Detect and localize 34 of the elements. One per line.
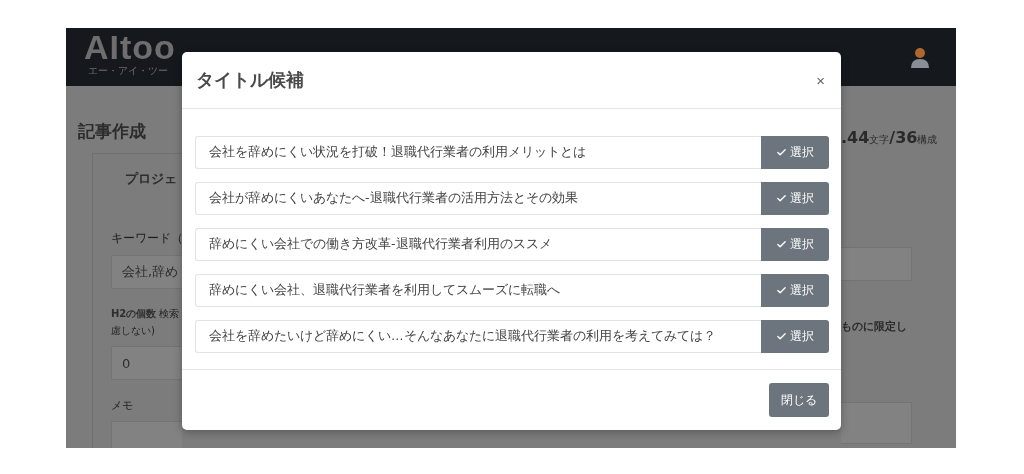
memo-label: メモ [111,398,134,413]
check-icon [776,331,787,342]
title-candidate: 会社を辞めたいけど辞めにくい…そんなあなたに退職代行業者の利用を考えてみては？ [195,320,761,353]
avatar-icon[interactable] [910,46,930,68]
stats-text: .44文字/36構成 [841,128,939,147]
select-button[interactable]: 選択 [761,274,829,307]
h2-count-field[interactable]: 0 [111,346,182,380]
title-candidate: 会社が辞めにくいあなたへ-退職代行業者の活用方法とその効果 [195,182,761,215]
logo: AItoo [84,30,176,64]
close-button[interactable]: × [814,71,827,89]
check-icon [776,193,787,204]
h2-count-label: H2の個数 [111,307,157,321]
select-button[interactable]: 選択 [761,182,829,215]
select-button[interactable]: 選択 [761,320,829,353]
check-icon [776,285,787,296]
dialog-title: タイトル候補 [196,68,304,92]
text-field[interactable] [841,247,912,281]
h2-hint: 検索 [159,307,180,321]
select-button[interactable]: 選択 [761,136,829,169]
title-candidate: 会社を辞めにくい状況を打破！退職代行業者の利用メリットとは [195,136,761,169]
title-candidate: 辞めにくい会社、退職代行業者を利用してスムーズに転職へ [195,274,761,307]
title-candidate: 辞めにくい会社での働き方改革-退職代行業者利用のススメ [195,228,761,261]
check-icon [776,239,787,250]
option-label: ものに限定し [841,319,908,334]
keyword-field[interactable]: 会社,辞め [111,255,182,289]
text-area[interactable] [841,402,912,444]
h2-hint-continued: 慮しない) [111,324,156,338]
select-button[interactable]: 選択 [761,228,829,261]
logo-tagline: エー・アイ・ツー [88,64,168,78]
page-title: 記事作成 [78,120,147,143]
section-heading: プロジェ [125,170,178,188]
keyword-label: キーワード（ [111,230,182,247]
check-icon [776,147,787,158]
close-dialog-button[interactable]: 閉じる [769,383,829,417]
